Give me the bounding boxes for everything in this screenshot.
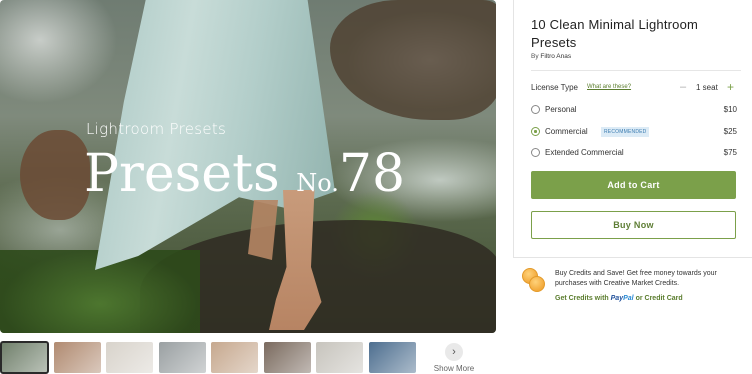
hero-title-no: No. bbox=[296, 169, 339, 197]
purchase-panel: 10 Clean Minimal Lightroom Presets By Fi… bbox=[513, 0, 752, 258]
paypal-pal: Pal bbox=[623, 295, 634, 302]
rock-shape bbox=[20, 130, 90, 220]
get-credits-prefix: Get Credits with bbox=[555, 295, 609, 302]
thumbnail-6[interactable] bbox=[263, 342, 311, 373]
thumbnail-5[interactable] bbox=[211, 342, 258, 373]
radio-button[interactable] bbox=[531, 105, 540, 114]
coin-shape bbox=[529, 276, 545, 292]
thumbnail-strip bbox=[0, 341, 496, 374]
seat-increase-button[interactable]: + bbox=[727, 80, 734, 94]
credits-promo: Buy Credits and Save! Get free money tow… bbox=[522, 268, 752, 308]
license-help-link[interactable]: What are these? bbox=[587, 84, 631, 90]
license-option-label: Personal bbox=[545, 105, 577, 114]
hero-title-word: Presets bbox=[84, 144, 280, 204]
thumbnail-8[interactable] bbox=[368, 342, 416, 373]
license-option-price: $10 bbox=[723, 105, 737, 114]
thumbnail-7[interactable] bbox=[316, 342, 363, 373]
product-title: 10 Clean Minimal Lightroom Presets bbox=[531, 17, 699, 50]
rock-shape bbox=[330, 0, 496, 120]
seat-decrease-button[interactable]: – bbox=[680, 81, 686, 93]
license-type-row: License Type What are these? – 1 seat + bbox=[531, 80, 749, 95]
license-option-price: $25 bbox=[723, 127, 737, 136]
license-option-price: $75 bbox=[723, 148, 737, 157]
hero-title: Presets No.78 bbox=[84, 138, 405, 219]
show-more-button[interactable]: › Show More bbox=[432, 343, 476, 373]
thumbnail-1[interactable] bbox=[0, 341, 49, 374]
hero-title-number: 78 bbox=[338, 144, 406, 204]
hero-subtitle: Lightroom Presets bbox=[86, 120, 227, 138]
coins-icon bbox=[522, 268, 546, 294]
get-credits-suffix: or Credit Card bbox=[635, 295, 683, 302]
license-type-label: License Type bbox=[531, 83, 578, 92]
radio-button[interactable] bbox=[531, 127, 540, 136]
thumbnail-2[interactable] bbox=[53, 342, 101, 373]
thumbnail-4[interactable] bbox=[158, 342, 206, 373]
author-line: By Filtro Anas bbox=[531, 53, 571, 60]
get-credits-link[interactable]: Get Credits with PayPal or Credit Card bbox=[555, 295, 683, 302]
license-option-label: Commercial bbox=[545, 127, 588, 136]
paypal-logo: PayPal bbox=[611, 295, 634, 302]
show-more-label: Show More bbox=[433, 364, 475, 373]
recommended-badge: RECOMMENDED bbox=[601, 127, 650, 137]
seat-count: 1 seat bbox=[696, 83, 718, 92]
chevron-right-icon: › bbox=[445, 343, 463, 361]
paypal-pay: Pay bbox=[610, 295, 624, 302]
credits-promo-text: Buy Credits and Save! Get free money tow… bbox=[555, 270, 717, 287]
license-option-extended-commercial[interactable]: Extended Commercial $75 bbox=[531, 147, 737, 159]
by-label: By bbox=[531, 53, 539, 60]
author-link[interactable]: Filtro Anas bbox=[540, 53, 571, 60]
product-preview-image[interactable]: Lightroom Presets Presets No.78 bbox=[0, 0, 496, 333]
buy-now-button[interactable]: Buy Now bbox=[531, 211, 736, 239]
radio-button[interactable] bbox=[531, 148, 540, 157]
thumbnail-3[interactable] bbox=[106, 342, 153, 373]
license-option-label: Extended Commercial bbox=[545, 148, 624, 157]
divider bbox=[531, 70, 741, 71]
license-option-commercial[interactable]: Commercial RECOMMENDED $25 bbox=[531, 126, 737, 138]
add-to-cart-button[interactable]: Add to Cart bbox=[531, 171, 736, 199]
license-option-personal[interactable]: Personal $10 bbox=[531, 104, 737, 116]
